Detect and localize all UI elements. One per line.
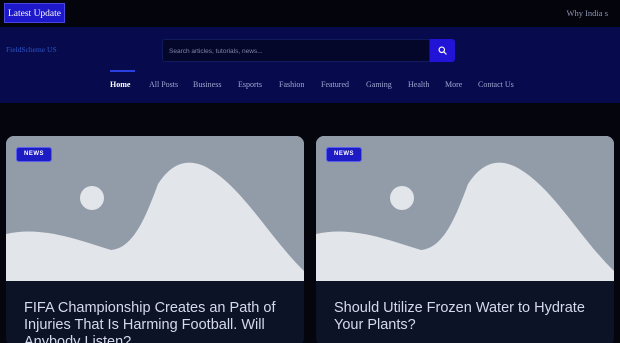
category-tag[interactable]: NEWS — [326, 147, 362, 162]
site-logo[interactable]: FieldScheme US — [6, 45, 57, 54]
nav-esports[interactable]: Esports — [238, 80, 262, 89]
post-title[interactable]: FIFA Championship Creates an Path of Inj… — [24, 300, 296, 343]
post-card[interactable]: NEWS FIFA Championship Creates an Path o… — [6, 136, 304, 343]
nav-featured[interactable]: Featured — [321, 80, 349, 89]
news-ticker[interactable]: Why India s — [566, 8, 608, 18]
nav-all-posts[interactable]: All Posts — [149, 80, 178, 89]
post-title[interactable]: Should Utilize Frozen Water to Hydrate Y… — [334, 300, 606, 334]
nav-fashion[interactable]: Fashion — [279, 80, 304, 89]
nav-more[interactable]: More — [445, 80, 462, 89]
post-card[interactable]: NEWS Should Utilize Frozen Water to Hydr… — [316, 136, 614, 343]
active-nav-indicator — [110, 70, 135, 72]
search-button[interactable] — [430, 39, 455, 62]
latest-update-badge[interactable]: Latest Update — [4, 3, 65, 23]
top-bar: Latest Update Why India s — [0, 0, 620, 27]
search-box — [162, 39, 430, 62]
nav-home[interactable]: Home — [110, 80, 130, 89]
main-nav: Home All Posts Business Esports Fashion … — [0, 80, 620, 100]
site-header: FieldScheme US Home All Posts Business E… — [0, 27, 620, 103]
nav-business[interactable]: Business — [193, 80, 221, 89]
category-tag[interactable]: NEWS — [16, 147, 52, 162]
search-icon — [438, 46, 447, 55]
nav-contact-us[interactable]: Contact Us — [478, 80, 514, 89]
search-input[interactable] — [163, 41, 429, 62]
nav-gaming[interactable]: Gaming — [366, 80, 392, 89]
nav-health[interactable]: Health — [408, 80, 429, 89]
